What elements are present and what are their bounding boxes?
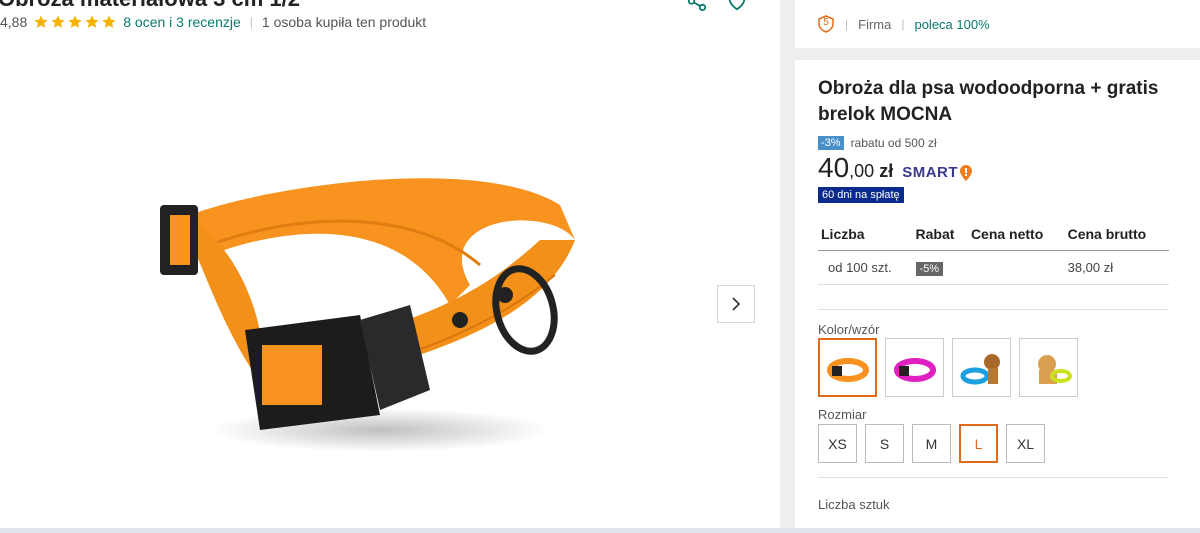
tier-qty: od 100 szt. [818,250,913,285]
product-image[interactable] [150,145,580,465]
seller-info: 5 | Firma | poleca 100% [795,0,1200,48]
tier-price-table: Liczba Rabat Cena netto Cena brutto od 1… [818,218,1169,285]
star-icon [85,15,99,28]
size-label: Rozmiar [818,407,867,422]
tier-rabat: -5% [912,250,968,285]
color-swatch-orange[interactable] [818,338,877,397]
super-seller-icon: 5 [817,15,835,33]
table-header-row: Liczba Rabat Cena netto Cena brutto [818,218,1169,251]
tier-netto [967,250,1065,285]
discount-chip: -3% [818,136,844,150]
divider [818,309,1169,310]
browser-bottom-edge [0,528,1200,533]
price: 40 ,00 zł SMART [818,152,1200,184]
rating-stars [33,14,117,30]
buy-box: Obroża dla psa wodoodporna + gratis brel… [795,60,1200,533]
divider [818,477,1169,478]
star-icon [102,15,116,28]
seller-badge-number: 5 [823,17,829,28]
column-header: Liczba [818,218,913,251]
size-option-xs[interactable]: XS [818,424,857,463]
size-option-s[interactable]: S [865,424,904,463]
smart-pin-icon [960,164,973,181]
column-header: Cena brutto [1064,218,1169,251]
size-option-l[interactable]: L [959,424,998,463]
size-option-m[interactable]: M [912,424,951,463]
seller-recommend[interactable]: poleca 100% [914,17,989,32]
heart-icon[interactable] [726,0,748,12]
bought-count: 1 osoba kupiła ten produkt [261,14,427,30]
rating-row: 4,88 8 ocen i 3 recenzje | 1 osoba kupił… [0,14,426,30]
share-icon[interactable] [686,0,708,12]
chevron-right-icon [732,297,741,311]
table-row: od 100 szt. -5% 38,00 zł [818,250,1169,285]
column-header: Cena netto [967,218,1065,251]
color-label: Kolor/wzór [818,322,880,337]
color-swatches [818,338,1200,397]
color-swatch-yellow[interactable] [1019,338,1078,397]
star-icon [34,15,48,28]
color-swatch-pink[interactable] [885,338,944,397]
smart-label: SMART [902,164,959,181]
seller-type: Firma [858,16,892,32]
product-title: Obroża materiałowa 3 cm 1/2 [0,0,300,12]
product-name: Obroża dla psa wodoodporna + gratis brel… [818,78,1159,125]
star-icon [68,15,82,28]
discount-row: -3% rabatu od 500 zł [818,136,1200,150]
column-header: Rabat [912,218,968,251]
star-icon [51,15,65,28]
separator: | [845,17,849,31]
price-integer: 40 [818,152,850,183]
product-gallery-panel: Obroża materiałowa 3 cm 1/2 4,88 8 ocen … [0,0,780,533]
reviews-link[interactable]: 8 ocen i 3 recenzje [123,14,241,30]
rabat-chip: -5% [915,262,944,276]
price-decimal: ,00 [849,161,875,181]
size-options: XS S M L XL [818,424,1200,463]
gallery-next-button[interactable] [717,285,755,323]
rating-value: 4,88 [0,14,28,30]
product-actions [686,0,748,12]
size-option-xl[interactable]: XL [1006,424,1045,463]
quantity-label: Liczba sztuk [818,497,890,512]
smart-badge[interactable]: SMART [902,164,973,182]
installment-badge[interactable]: 60 dni na spłatę [818,187,904,203]
price-currency: zł [879,161,894,181]
separator: | [901,17,905,31]
color-swatch-blue[interactable] [952,338,1011,397]
separator: | [249,15,253,29]
page: Obroża materiałowa 3 cm 1/2 4,88 8 ocen … [0,0,1200,533]
tier-brutto: 38,00 zł [1064,250,1169,285]
discount-text: rabatu od 500 zł [850,136,937,150]
